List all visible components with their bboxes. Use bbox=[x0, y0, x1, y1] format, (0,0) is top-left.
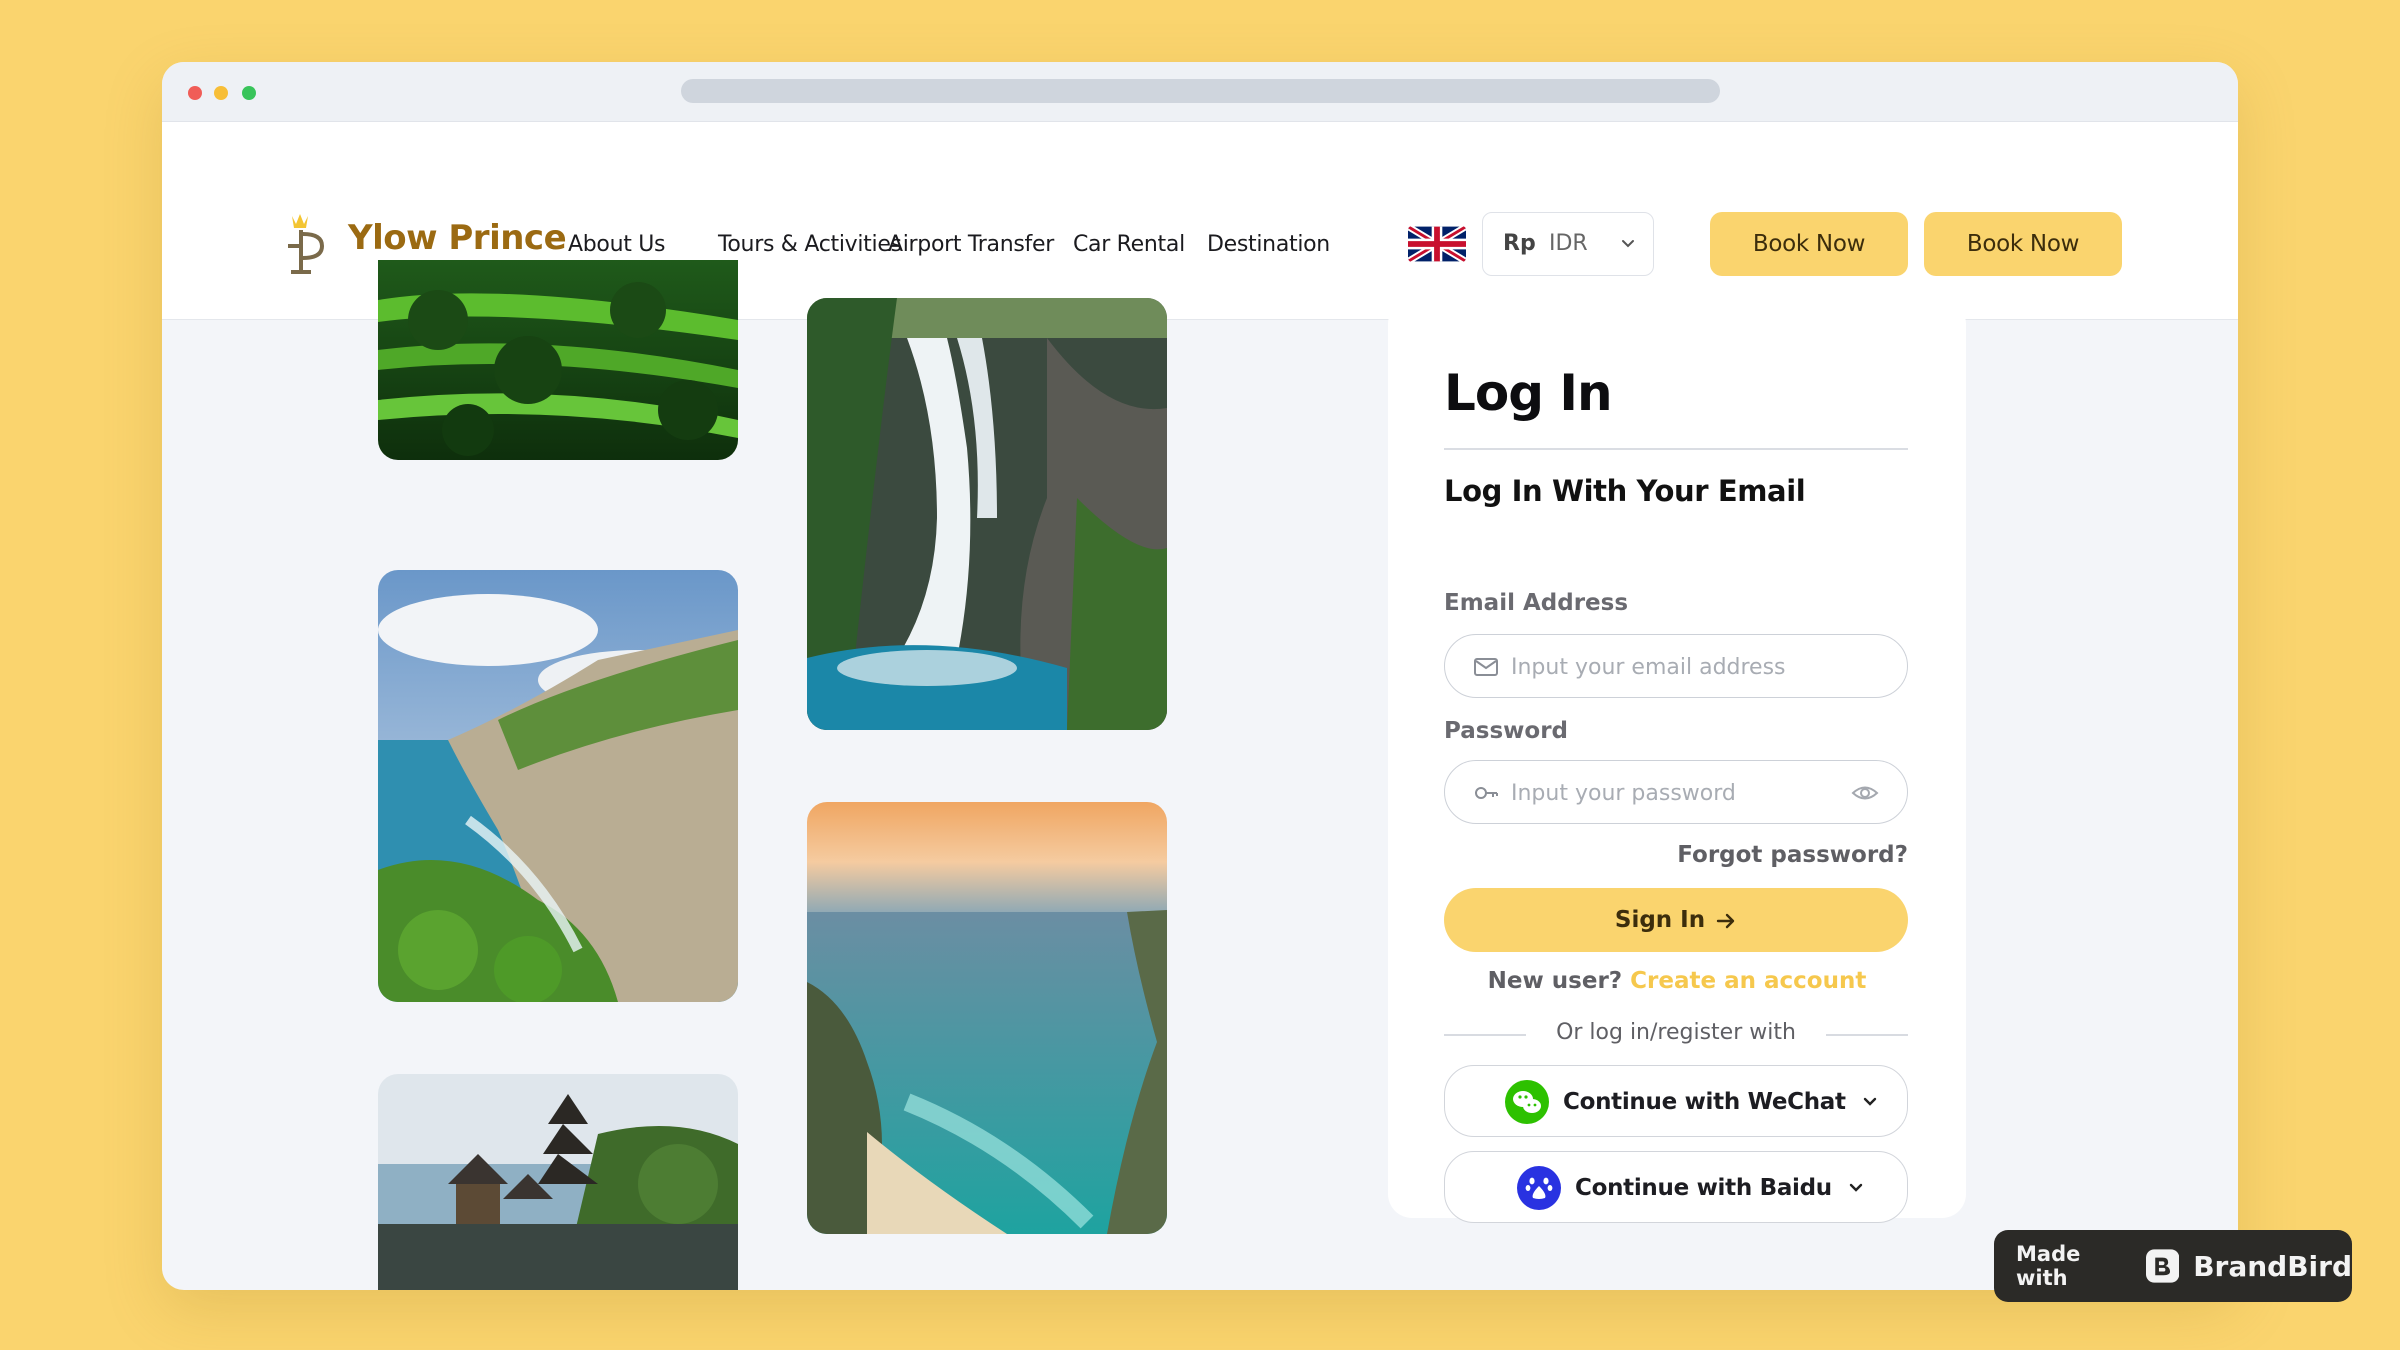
chevron-down-icon bbox=[1863, 1097, 1876, 1106]
login-subtitle: Log In With Your Email bbox=[1444, 474, 1806, 508]
email-label: Email Address bbox=[1444, 590, 1629, 616]
chevron-down-icon bbox=[1622, 240, 1634, 248]
brand-name[interactable]: Ylow Prince bbox=[348, 218, 567, 258]
nav-car-rental[interactable]: Car Rental bbox=[1073, 232, 1185, 257]
brandbird-icon bbox=[2145, 1249, 2180, 1283]
baidu-icon bbox=[1517, 1166, 1561, 1210]
email-field[interactable] bbox=[1444, 634, 1908, 698]
currency-select[interactable]: Rp IDR bbox=[1482, 212, 1654, 276]
temple-photo bbox=[378, 1074, 738, 1290]
badge-brand-name: BrandBird bbox=[2193, 1249, 2352, 1283]
book-now-button[interactable]: Book Now bbox=[1710, 212, 1908, 276]
baidu-label: Continue with Baidu bbox=[1575, 1175, 1832, 1201]
currency-code: IDR bbox=[1549, 231, 1588, 256]
sign-in-button[interactable]: Sign In bbox=[1444, 888, 1908, 952]
currency-symbol: Rp bbox=[1503, 231, 1536, 256]
nav-destination[interactable]: Destination bbox=[1207, 232, 1330, 257]
forgot-password-link[interactable]: Forgot password? bbox=[1677, 842, 1908, 868]
rice-terrace-photo bbox=[378, 260, 738, 460]
minimize-window-dot[interactable] bbox=[214, 86, 228, 100]
key-icon bbox=[1475, 787, 1498, 799]
made-with-badge[interactable]: Made with BrandBird bbox=[1994, 1230, 2352, 1302]
email-input[interactable] bbox=[1511, 651, 1831, 683]
password-label: Password bbox=[1444, 718, 1568, 744]
close-window-dot[interactable] bbox=[188, 86, 202, 100]
wechat-label: Continue with WeChat bbox=[1563, 1089, 1846, 1115]
title-divider bbox=[1444, 448, 1908, 450]
nav-tours-activities[interactable]: Tours & Activities bbox=[718, 232, 902, 257]
address-bar[interactable] bbox=[681, 79, 1720, 103]
login-card: Log In Log In With Your Email Email Addr… bbox=[1388, 300, 1966, 1223]
book-now-button-secondary[interactable]: Book Now bbox=[1924, 212, 2122, 276]
uk-flag-icon[interactable] bbox=[1408, 226, 1466, 262]
mail-icon bbox=[1474, 658, 1498, 676]
browser-window: Ylow Prince About Us Tours & Activities … bbox=[162, 62, 2238, 1290]
maximize-window-dot[interactable] bbox=[242, 86, 256, 100]
wechat-icon bbox=[1505, 1080, 1549, 1124]
chevron-down-icon bbox=[1849, 1183, 1863, 1192]
page-title: Log In bbox=[1444, 364, 1613, 422]
beach-bay-photo bbox=[807, 802, 1167, 1234]
wechat-login-button[interactable]: Continue with WeChat bbox=[1444, 1065, 1908, 1137]
baidu-login-button[interactable]: Continue with Baidu bbox=[1444, 1151, 1908, 1223]
new-user-text: New user? bbox=[1487, 968, 1623, 994]
arrow-right-icon bbox=[1716, 913, 1735, 928]
social-divider-text: Or log in/register with bbox=[1556, 1020, 1796, 1045]
social-divider: Or log in/register with bbox=[1444, 1020, 1908, 1050]
new-user-prompt: New user? Create an account bbox=[1388, 968, 1966, 994]
logo-icon[interactable] bbox=[282, 212, 334, 278]
waterfall-photo bbox=[807, 298, 1167, 730]
nav-about-us[interactable]: About Us bbox=[568, 232, 666, 257]
title-bar bbox=[162, 62, 2238, 122]
divider-line-right bbox=[1826, 1034, 1908, 1036]
create-account-link[interactable]: Create an account bbox=[1630, 968, 1866, 994]
eye-icon[interactable] bbox=[1851, 781, 1879, 805]
sign-in-label: Sign In bbox=[1614, 907, 1706, 933]
password-field[interactable] bbox=[1444, 760, 1908, 824]
badge-prefix: Made with bbox=[2016, 1242, 2081, 1290]
cliff-coast-photo bbox=[378, 570, 738, 1002]
nav-airport-transfer[interactable]: Airport Transfer bbox=[888, 232, 1054, 257]
password-input[interactable] bbox=[1511, 777, 1831, 809]
